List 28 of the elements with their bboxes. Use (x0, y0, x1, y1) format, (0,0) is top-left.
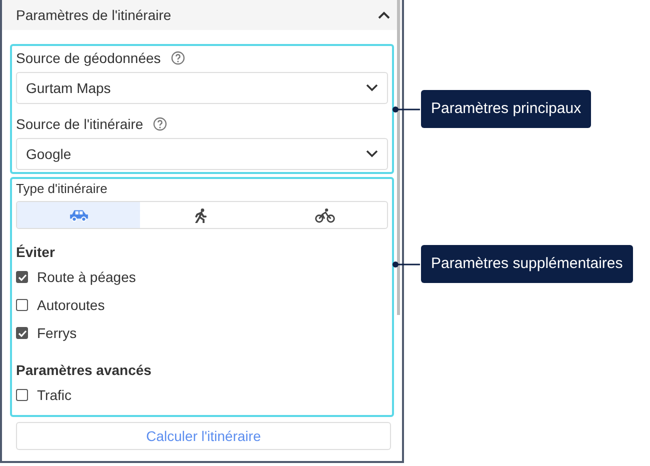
checkbox-label: Autoroutes (37, 297, 105, 313)
field-label: Source de l'itinéraire (16, 116, 144, 132)
dropdown[interactable]: Gurtam Maps (16, 72, 388, 104)
callout-label: Paramètres principaux (421, 90, 592, 128)
dropdown[interactable]: Google (16, 138, 388, 170)
panel-header[interactable]: Paramètres de l'itinéraire (2, 0, 402, 30)
chevron-down-icon (366, 84, 378, 92)
section-heading: Éviter (16, 243, 56, 262)
section-heading: Paramètres avancés (16, 361, 152, 380)
callout-label: Paramètres supplémentaires (421, 245, 633, 283)
field-label: Source de géodonnées (16, 50, 161, 66)
cyclist-icon (315, 208, 336, 222)
checkbox[interactable] (16, 299, 28, 311)
chevron-down-icon (366, 150, 378, 158)
checkbox-label: Ferrys (37, 325, 77, 341)
checkbox[interactable] (16, 327, 28, 339)
help-icon (170, 51, 185, 65)
leader-line (392, 260, 420, 268)
leader-line (392, 106, 420, 112)
checkbox-label: Trafic (37, 387, 72, 403)
checkbox[interactable] (16, 271, 28, 283)
checkbox-label: Route à péages (37, 269, 136, 285)
panel-title: Paramètres de l'itinéraire (16, 7, 172, 23)
field-label: Type d'itinéraire (16, 180, 108, 198)
scrollbar[interactable] (397, 0, 400, 315)
help-icon (153, 117, 168, 131)
car-icon (68, 208, 89, 222)
checkbox[interactable] (16, 389, 28, 401)
